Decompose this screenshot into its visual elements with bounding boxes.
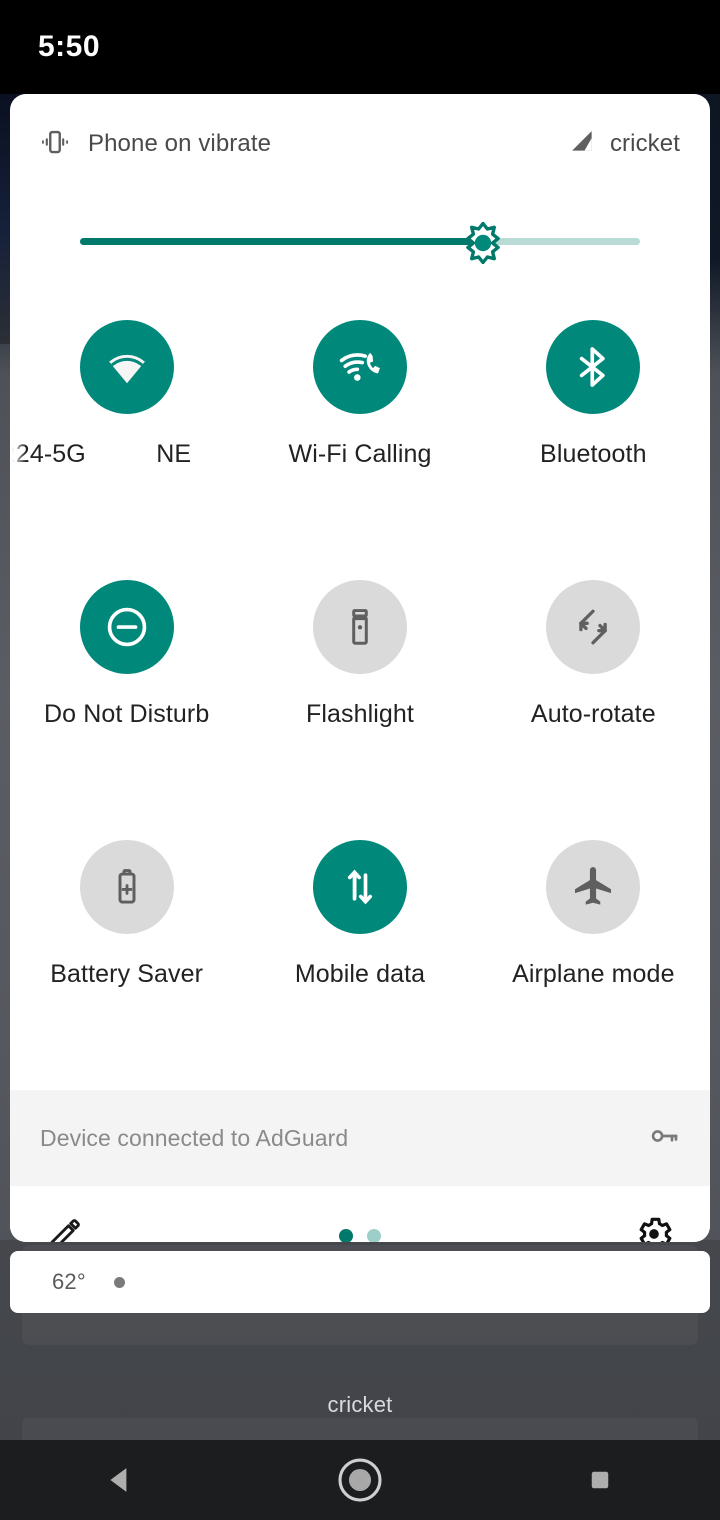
tile-flashlight-label: Flashlight [305,700,414,728]
tile-row-1: R24-5G NE Wi-Fi Calling Bluetooth [10,310,710,570]
quick-settings-header: Phone on vibrate cricket [10,94,710,194]
tile-mobile-data-label: Mobile data [294,960,426,988]
page-dot-1[interactable] [339,1229,353,1242]
tile-wifi-label: R24-5G NE [11,440,192,468]
ringer-status[interactable]: Phone on vibrate [40,127,271,162]
flashlight-icon [352,609,368,645]
tile-bluetooth-circle [546,320,641,414]
tile-airplane-mode[interactable]: Airplane mode [477,830,710,1090]
gear-icon[interactable] [634,1214,674,1242]
tile-row-3: Battery Saver Mobile data Airplane mode [10,830,710,1090]
tile-airplane-mode-label: Airplane mode [512,960,675,988]
tile-wifi-circle [79,320,174,414]
airplane-icon [575,867,612,905]
tile-wifi[interactable]: R24-5G NE [10,310,243,570]
brightness-slider[interactable] [80,221,640,265]
tile-battery-saver-circle [79,840,174,934]
carrier-status: cricket [570,129,680,160]
vpn-status-label: Device connected to AdGuard [40,1124,349,1151]
tile-airplane-mode-circle [546,840,641,934]
vpn-status-row[interactable]: Device connected to AdGuard [10,1090,710,1186]
tile-bluetooth[interactable]: Bluetooth [477,310,710,570]
brightness-fill [80,238,484,245]
lockscreen-carrier-label: cricket [327,1392,393,1417]
recents-square-icon[interactable] [545,1440,655,1520]
tile-row-2: Do Not Disturb Flashlight Auto-rotate [10,570,710,830]
bluetooth-icon [580,347,606,387]
carrier-name-label: cricket [609,130,680,157]
brightness-row [10,194,710,290]
tile-auto-rotate-label: Auto-rotate [530,700,656,728]
tile-wifi-calling[interactable]: Wi-Fi Calling [243,310,476,570]
navigation-bar [0,1440,720,1520]
quick-settings-panel: Phone on vibrate cricket R24-5G NE Wi-Fi… [10,94,710,1242]
weather-notification-card[interactable]: 62° [10,1251,710,1313]
tile-auto-rotate-circle [546,580,641,674]
cell-signal-icon [570,129,596,160]
do-not-disturb-icon [107,607,146,647]
home-circle-icon[interactable] [305,1440,415,1520]
tile-bluetooth-label: Bluetooth [540,440,647,468]
mobile-data-icon [347,869,373,905]
tile-flashlight[interactable]: Flashlight [243,570,476,830]
weather-temperature: 62° [52,1269,86,1294]
tile-battery-saver[interactable]: Battery Saver [10,830,243,1090]
back-triangle-icon[interactable] [65,1440,175,1520]
background-card-partial [22,1418,698,1440]
pencil-icon[interactable] [46,1215,84,1242]
ringer-status-label: Phone on vibrate [88,130,272,157]
quick-settings-tile-grid: R24-5G NE Wi-Fi Calling Bluetooth Do Not… [10,290,710,1090]
status-bar: 5:50 [0,0,720,94]
tile-flashlight-circle [312,580,407,674]
page-dot-2[interactable] [367,1229,381,1242]
tile-battery-saver-label: Battery Saver [50,960,204,988]
wifi-icon [106,351,147,384]
quick-settings-footer [10,1186,710,1242]
status-bar-clock: 5:50 [38,30,101,63]
tile-do-not-disturb-label: Do Not Disturb [43,700,210,728]
tile-wifi-calling-circle [312,320,407,414]
wifi-calling-icon [339,352,380,381]
tile-wifi-calling-label: Wi-Fi Calling [288,440,432,468]
key-icon [648,1120,680,1157]
tile-do-not-disturb[interactable]: Do Not Disturb [10,570,243,830]
page-indicator-dots [10,1229,710,1242]
tile-mobile-data[interactable]: Mobile data [243,830,476,1090]
tile-mobile-data-circle [312,840,407,934]
brightness-sun-icon[interactable] [462,221,504,265]
status-dot-icon [113,1276,125,1288]
tile-auto-rotate[interactable]: Auto-rotate [477,570,710,830]
auto-rotate-icon [579,609,608,645]
vibrate-icon [40,127,70,162]
battery-saver-icon [118,869,136,904]
tile-do-not-disturb-circle [79,580,174,674]
